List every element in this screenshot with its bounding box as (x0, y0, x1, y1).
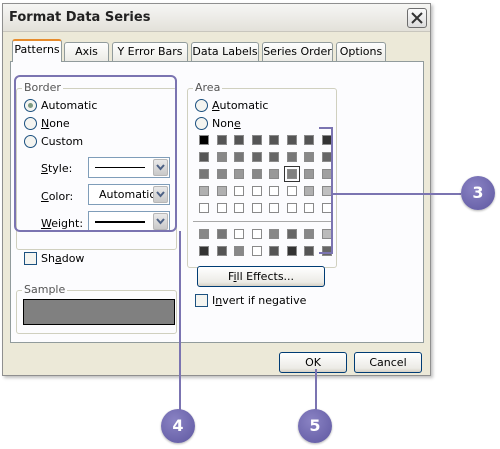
sample-group-label: Sample (22, 283, 68, 296)
color-swatch[interactable] (286, 186, 297, 196)
color-swatch[interactable] (234, 229, 244, 239)
invert-label: Invert if negative (212, 294, 307, 307)
color-swatch[interactable] (234, 169, 244, 179)
radio-button[interactable] (195, 99, 208, 112)
color-swatch[interactable] (216, 246, 227, 256)
tab-label: Data Labels (192, 45, 258, 58)
color-swatch[interactable] (304, 169, 314, 179)
palette-divider (193, 221, 331, 222)
color-swatch[interactable] (304, 246, 314, 256)
color-swatch[interactable] (216, 152, 227, 162)
color-swatch[interactable] (251, 186, 262, 196)
color-swatch[interactable] (199, 135, 209, 145)
radio-button[interactable] (195, 117, 208, 130)
invert-checkbox[interactable] (195, 294, 208, 307)
area-group-label: Area (193, 81, 223, 94)
close-button[interactable] (407, 8, 427, 28)
color-swatch[interactable] (286, 246, 297, 256)
callout-3-leader (333, 193, 461, 195)
color-swatch[interactable] (216, 229, 227, 239)
color-swatch[interactable] (199, 203, 209, 213)
area-automatic-radio[interactable]: Automatic (195, 99, 275, 113)
tab-label: Patterns (14, 43, 60, 56)
callout-4-badge: 4 (161, 409, 195, 443)
fill-effects-label: Fill Effects... (227, 270, 295, 283)
tab-options[interactable]: Options (336, 42, 386, 61)
close-icon (411, 12, 423, 24)
callout-3-badge: 3 (461, 176, 495, 210)
color-swatch[interactable] (199, 169, 209, 179)
color-swatch[interactable] (269, 186, 279, 196)
tab-patterns[interactable]: Patterns (12, 39, 62, 62)
title-bar[interactable]: Format Data Series (3, 4, 430, 32)
color-swatch[interactable] (286, 135, 297, 145)
color-swatch[interactable] (286, 203, 297, 213)
callout-5-leader (315, 369, 317, 411)
color-swatch[interactable] (251, 135, 262, 145)
tab-label: Series Order (263, 45, 332, 58)
color-swatch[interactable] (199, 246, 209, 256)
color-swatch[interactable] (251, 203, 262, 213)
color-swatch[interactable] (234, 246, 244, 256)
invert-checkbox-row[interactable]: Invert if negative (195, 294, 315, 308)
color-swatch[interactable] (304, 229, 314, 239)
color-swatch[interactable] (286, 152, 297, 162)
color-swatch[interactable] (304, 135, 314, 145)
color-swatch[interactable] (216, 203, 227, 213)
tab-axis[interactable]: Axis (64, 42, 109, 61)
color-swatch[interactable] (304, 186, 314, 196)
color-swatch[interactable] (199, 152, 209, 162)
color-swatch[interactable] (199, 229, 209, 239)
color-swatch[interactable] (234, 186, 244, 196)
tab-label: Y Error Bars (117, 45, 183, 58)
sample-preview (23, 299, 175, 325)
area-none-radio[interactable]: None (195, 117, 255, 131)
callout-5-badge: 5 (298, 409, 332, 443)
color-swatch[interactable] (269, 246, 279, 256)
area-none-label: None (212, 117, 241, 130)
color-swatch[interactable] (283, 166, 300, 182)
tab-y-error-bars[interactable]: Y Error Bars (112, 42, 188, 61)
dialog-title: Format Data Series (9, 10, 151, 25)
callout-4-leader (179, 231, 181, 410)
color-swatch[interactable] (269, 152, 279, 162)
fill-effects-button[interactable]: Fill Effects... (197, 266, 325, 287)
color-swatch[interactable] (286, 229, 297, 239)
area-automatic-label: Automatic (212, 99, 269, 112)
shadow-label: Shadow (41, 252, 85, 265)
color-swatch[interactable] (304, 203, 314, 213)
tab-data-labels[interactable]: Data Labels (191, 42, 259, 61)
color-swatch[interactable] (304, 152, 314, 162)
color-swatch[interactable] (234, 152, 244, 162)
callout-3-bracket (319, 127, 333, 254)
color-swatch[interactable] (216, 169, 227, 179)
color-swatch[interactable] (269, 135, 279, 145)
ok-button[interactable]: OK (279, 352, 347, 373)
color-swatch[interactable] (216, 186, 227, 196)
color-swatch[interactable] (251, 229, 262, 239)
color-swatch[interactable] (216, 135, 227, 145)
color-swatch[interactable] (269, 203, 279, 213)
shadow-checkbox-row[interactable]: Shadow (24, 252, 94, 266)
tab-series-order[interactable]: Series Order (262, 42, 333, 61)
callout-4-highlight (14, 75, 177, 232)
shadow-checkbox[interactable] (24, 252, 37, 265)
color-swatch[interactable] (234, 135, 244, 145)
cancel-button[interactable]: Cancel (354, 352, 422, 373)
color-swatch[interactable] (251, 152, 262, 162)
color-swatch[interactable] (234, 203, 244, 213)
area-group (187, 88, 337, 268)
color-swatch[interactable] (251, 246, 262, 256)
tab-label: Options (339, 45, 383, 58)
color-swatch[interactable] (269, 229, 279, 239)
color-swatch[interactable] (269, 169, 279, 179)
color-swatch[interactable] (199, 186, 209, 196)
tab-label: Axis (75, 45, 98, 58)
color-swatch[interactable] (251, 169, 262, 179)
